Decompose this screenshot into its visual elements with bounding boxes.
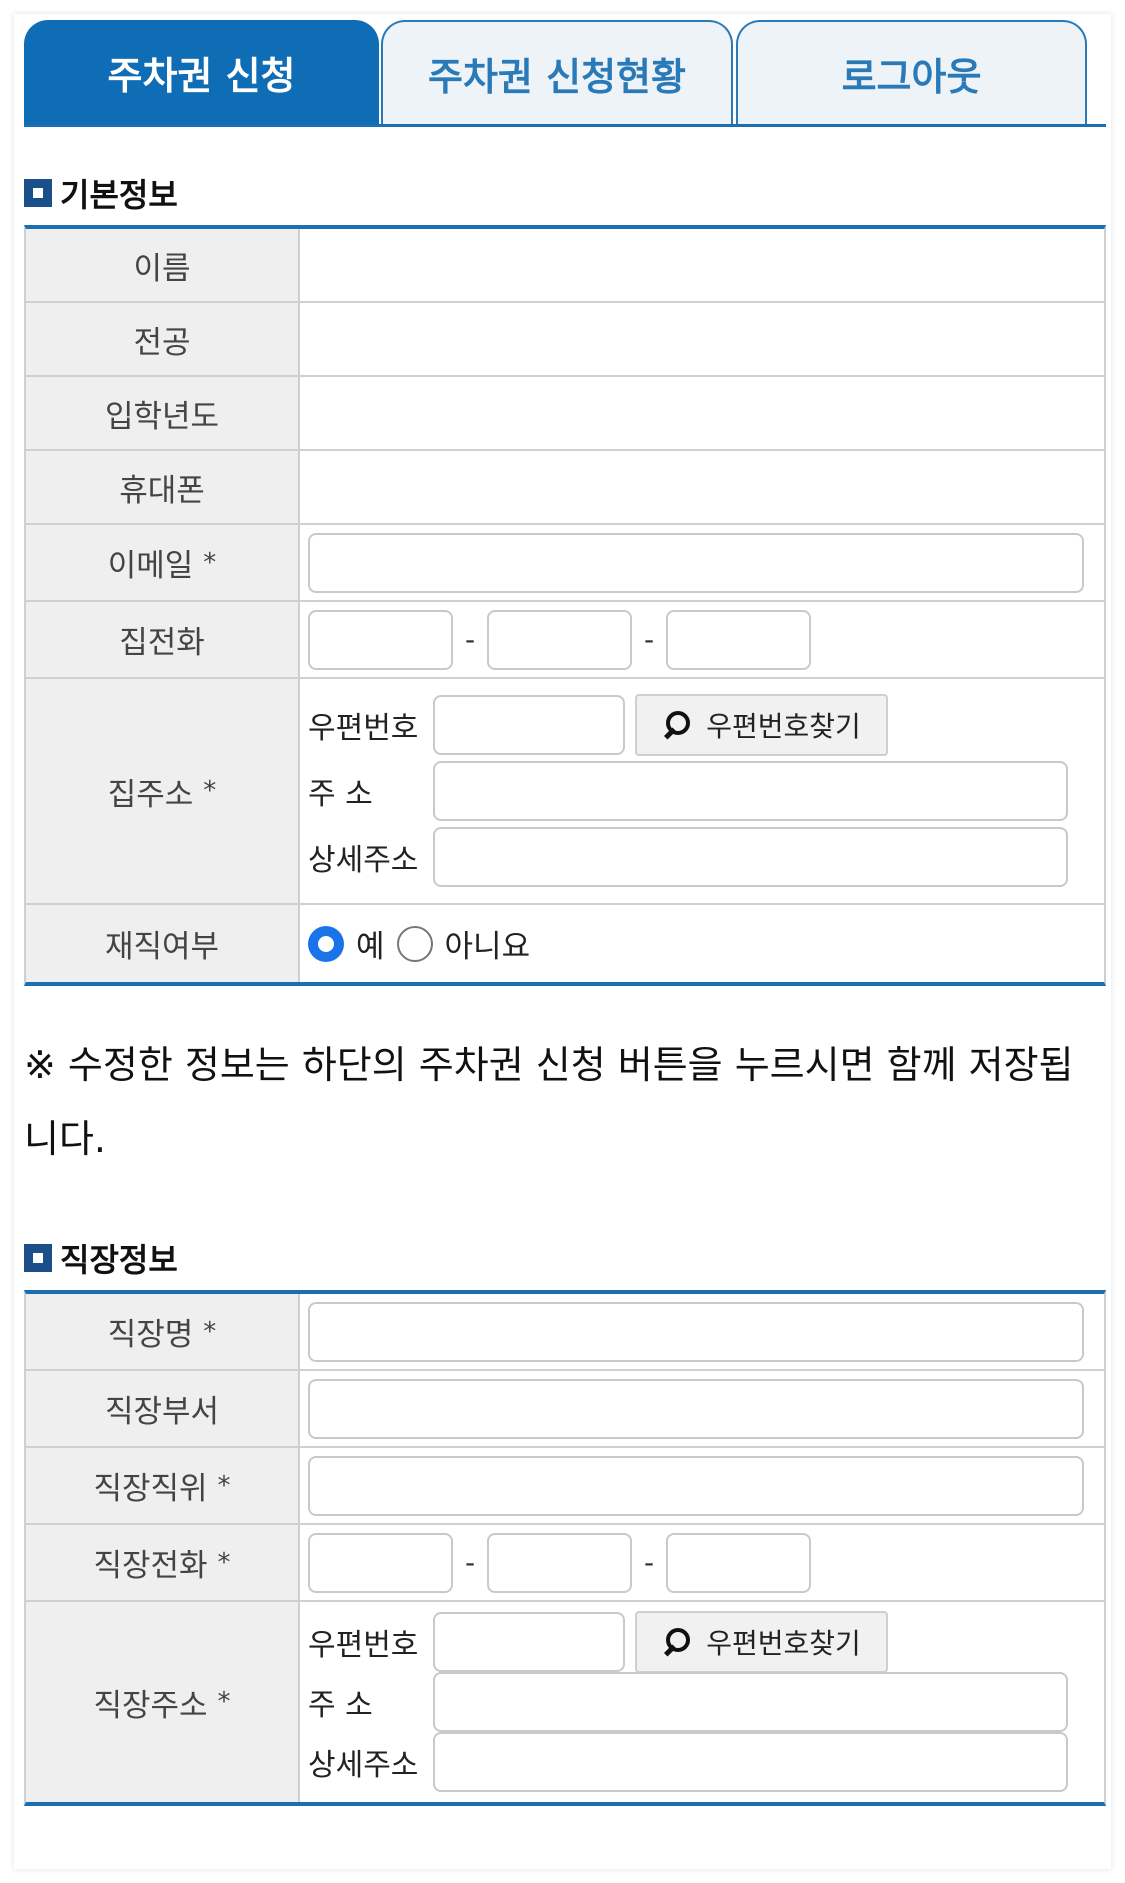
home-phone-label: 집전화 [26, 602, 300, 677]
admission-year-value [300, 377, 1104, 449]
required-mark: * [203, 547, 217, 578]
square-bullet-icon [24, 179, 52, 207]
home-detail-address-input[interactable] [433, 827, 1068, 887]
work-address-row: 직장주소 * 우편번호 우편번호찾기 주 소 상세주소 [26, 1602, 1104, 1802]
save-notice: ※ 수정한 정보는 하단의 주차권 신청 버튼을 누르시면 함께 저장됩니다. [24, 1043, 1074, 1161]
detail-address-label: 상세주소 [308, 843, 419, 878]
home-zip-search-button[interactable]: 우편번호찾기 [635, 694, 888, 756]
magnifier-icon [662, 711, 691, 739]
mobile-value [300, 451, 1104, 523]
major-label: 전공 [26, 303, 300, 375]
radio-yes[interactable] [308, 925, 344, 962]
required-mark: * [217, 1547, 231, 1578]
dash: - [464, 623, 476, 656]
position-label-text: 직장직위 [93, 1471, 208, 1507]
company-input[interactable] [308, 1301, 1084, 1362]
employment-radio-group: 예 아니요 [308, 921, 542, 966]
radio-yes-label: 예 [356, 929, 385, 965]
detail-address-label: 상세주소 [308, 1748, 419, 1783]
home-phone-part3-input[interactable] [666, 609, 811, 670]
mobile-row: 휴대폰 [26, 451, 1104, 525]
address-label: 주 소 [308, 777, 373, 812]
zip-search-label: 우편번호찾기 [706, 710, 861, 743]
tab-underline [24, 124, 1106, 127]
company-row: 직장명 * [26, 1294, 1104, 1371]
work-address-input[interactable] [433, 1672, 1068, 1732]
position-row: 직장직위 * [26, 1448, 1104, 1525]
basic-info-title: 기본정보 [60, 176, 178, 214]
required-mark: * [217, 1687, 231, 1717]
work-phone-part3-input[interactable] [666, 1532, 811, 1593]
email-input[interactable] [308, 532, 1084, 593]
home-phone-part1-input[interactable] [308, 609, 453, 670]
work-phone-label-text: 직장전화 [93, 1548, 208, 1584]
major-value [300, 303, 1104, 375]
admission-year-label: 입학년도 [26, 377, 300, 449]
department-label: 직장부서 [26, 1371, 300, 1446]
name-row: 이름 [26, 229, 1104, 303]
square-bullet-icon [24, 1244, 52, 1272]
address-label: 주 소 [308, 1688, 373, 1723]
mobile-label: 휴대폰 [26, 451, 300, 523]
page: 주차권 신청 주차권 신청현황 로그아웃 기본정보 이름 전공 입학년도 휴대폰… [14, 14, 1111, 1869]
required-mark: * [203, 776, 217, 806]
employment-row: 재직여부 예 아니요 [26, 905, 1104, 982]
work-info-table: 직장명 * 직장부서 직장직위 * 직장전화 * - - 직장주소 * 우편번호… [24, 1290, 1106, 1806]
magnifier-icon [662, 1628, 691, 1656]
work-info-title: 직장정보 [60, 1241, 178, 1279]
basic-info-table: 이름 전공 입학년도 휴대폰 이메일 * 집전화 - - 집주소 * 우편번호 … [24, 225, 1106, 986]
work-address-label: 직장주소 * [26, 1602, 300, 1802]
home-phone-row: 집전화 - - [26, 602, 1104, 679]
work-info-heading: 직장정보 [24, 1235, 178, 1281]
tab-logout[interactable]: 로그아웃 [736, 20, 1087, 124]
work-zip-input[interactable] [433, 1612, 625, 1672]
radio-no-label: 아니요 [444, 929, 531, 965]
zip-label: 우편번호 [308, 1628, 419, 1663]
radio-no[interactable] [396, 925, 433, 962]
tab-application-status[interactable]: 주차권 신청현황 [381, 20, 733, 124]
zip-search-label: 우편번호찾기 [706, 1627, 861, 1660]
home-address-input[interactable] [433, 761, 1068, 821]
required-mark: * [203, 1316, 217, 1347]
work-address-label-text: 직장주소 [93, 1687, 208, 1724]
home-address-label-text: 집주소 [107, 776, 194, 813]
name-label: 이름 [26, 229, 300, 301]
work-phone-part2-input[interactable] [487, 1532, 632, 1593]
home-phone-part2-input[interactable] [487, 609, 632, 670]
department-row: 직장부서 [26, 1371, 1104, 1448]
dash: - [643, 1546, 655, 1579]
company-label-text: 직장명 [107, 1317, 194, 1353]
admission-year-row: 입학년도 [26, 377, 1104, 451]
home-zip-input[interactable] [433, 695, 625, 755]
work-phone-part1-input[interactable] [308, 1532, 453, 1593]
required-mark: * [217, 1470, 231, 1501]
department-input[interactable] [308, 1378, 1084, 1439]
tab-parking-apply[interactable]: 주차권 신청 [24, 20, 379, 124]
major-row: 전공 [26, 303, 1104, 377]
position-label: 직장직위 * [26, 1448, 300, 1523]
name-value [300, 229, 1104, 301]
basic-info-heading: 기본정보 [24, 170, 178, 216]
work-phone-row: 직장전화 * - - [26, 1525, 1104, 1602]
work-detail-address-input[interactable] [433, 1732, 1068, 1792]
email-label-text: 이메일 [107, 548, 194, 584]
company-label: 직장명 * [26, 1294, 300, 1369]
zip-label: 우편번호 [308, 711, 419, 746]
email-label: 이메일 * [26, 525, 300, 600]
home-address-label: 집주소 * [26, 679, 300, 903]
email-row: 이메일 * [26, 525, 1104, 602]
position-input[interactable] [308, 1455, 1084, 1516]
employment-label: 재직여부 [26, 905, 300, 982]
dash: - [464, 1546, 476, 1579]
work-zip-search-button[interactable]: 우편번호찾기 [635, 1611, 888, 1673]
tab-bar: 주차권 신청 주차권 신청현황 로그아웃 [24, 20, 1106, 127]
work-phone-label: 직장전화 * [26, 1525, 300, 1600]
dash: - [643, 623, 655, 656]
home-address-row: 집주소 * 우편번호 우편번호찾기 주 소 상세주소 [26, 679, 1104, 905]
